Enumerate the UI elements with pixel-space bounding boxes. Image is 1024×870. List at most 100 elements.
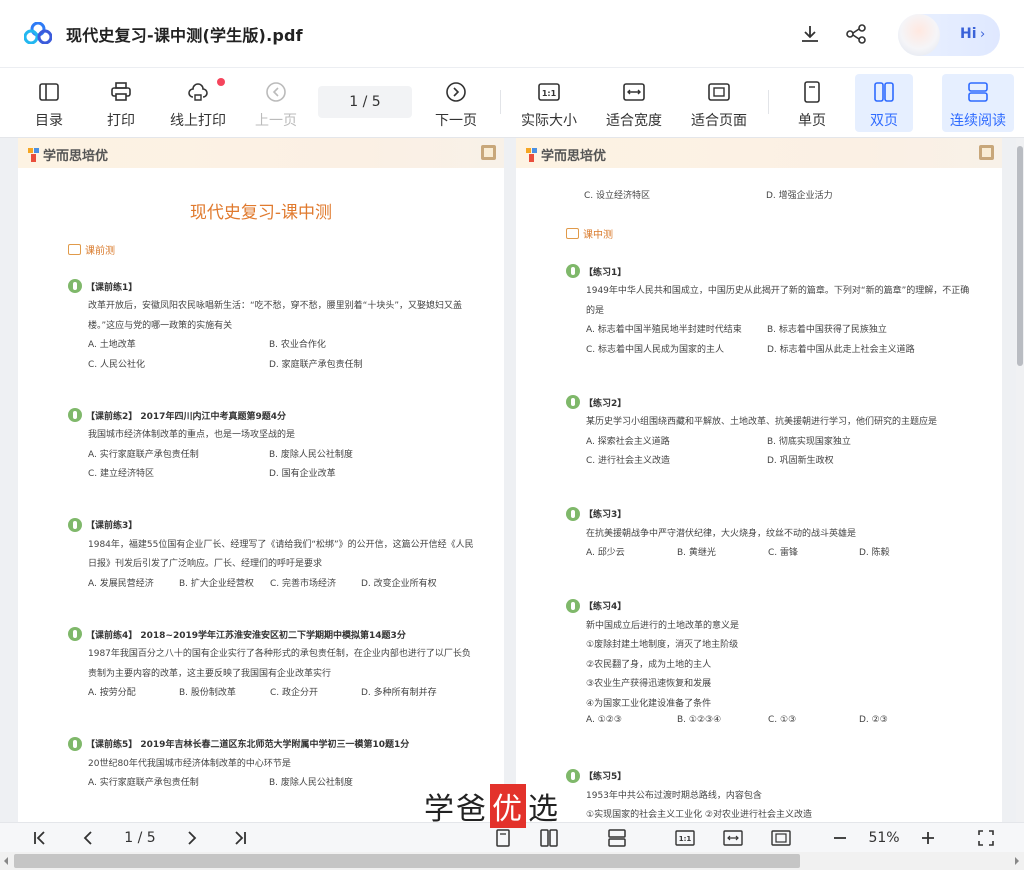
page-header: 学而思培优 (516, 138, 1002, 168)
actual-size-button[interactable]: 1:1 实际大小 (518, 74, 580, 132)
next-page-button[interactable]: 下一页 (432, 74, 480, 132)
single-page-button-bottom[interactable] (492, 828, 514, 848)
option: C. 设立经济特区 (584, 191, 651, 201)
continuous-read-button[interactable]: 连续阅读 (942, 74, 1014, 132)
question-text: 我国城市经济体制改革的重点，也是一场攻坚战的是 (88, 430, 296, 440)
question-text: 责制为主要内容的改革，这主要反映了我国国有企业改革实行 (88, 668, 332, 679)
answer-option: A. ①②③ (586, 715, 622, 725)
question-text: 某历史学习小组围绕西藏和平解放、土地改革、抗美援朝进行学习，他们研究的主题应是 (586, 417, 938, 427)
question-icon (68, 408, 82, 422)
first-page-icon (34, 831, 45, 845)
answer-option: C. 政企分开 (270, 688, 319, 698)
question-heading: 【练习5】 (566, 768, 626, 783)
question-heading: 【练习3】 (566, 506, 626, 521)
answer-option: D. ②③ (859, 715, 888, 725)
prev-page-button[interactable]: 上一页 (252, 74, 300, 132)
section-label: 课前测 (85, 246, 115, 257)
answer-option: C. 人民公社化 (88, 359, 146, 370)
horizontal-scroll-thumb[interactable] (14, 854, 800, 868)
answer-option: A. 探索社会主义道路 (586, 436, 670, 447)
section-heading: 课中测 (566, 226, 613, 241)
actual-size-icon: 1:1 (675, 830, 695, 846)
question-icon (68, 279, 82, 293)
fit-page-label: 适合页面 (691, 113, 747, 129)
download-button[interactable] (798, 22, 822, 46)
question-text: 改革开放后，安徽凤阳农民咏唱新生活：“吃不愁，穿不愁，腰里别着“十块头”，又娶媳… (88, 301, 462, 311)
answer-option: C. 建立经济特区 (88, 469, 155, 479)
zoom-out-button[interactable] (830, 828, 850, 848)
fullscreen-icon (978, 830, 994, 846)
hi-label: Hi (960, 26, 977, 42)
horizontal-scrollbar[interactable] (0, 852, 1024, 870)
print-label: 打印 (107, 113, 135, 129)
next-page-label: 下一页 (435, 113, 477, 129)
fit-page-button[interactable]: 适合页面 (688, 74, 750, 132)
question-text: ①废除封建土地制度，消灭了地主阶级 (586, 640, 739, 650)
question-heading: 【课前练1】 (68, 279, 137, 293)
question-heading: 【课前练2】 2017年四川内江中考真题第9题4分 (68, 408, 286, 422)
chevron-right-icon (188, 831, 197, 845)
answer-option: A. 实行家庭联产承包责任制 (88, 778, 199, 788)
actual-size-icon: 1:1 (538, 83, 560, 101)
fit-width-button[interactable]: 适合宽度 (604, 74, 664, 132)
share-icon (846, 24, 866, 44)
download-icon (802, 26, 818, 42)
single-page-icon (804, 81, 820, 103)
last-page-button[interactable] (230, 828, 250, 848)
zoom-in-button[interactable] (918, 828, 938, 848)
single-page-button[interactable]: 单页 (790, 74, 834, 132)
fit-width-button-bottom[interactable] (722, 828, 744, 848)
print-button[interactable]: 打印 (100, 74, 142, 132)
double-page-button-bottom[interactable] (538, 828, 560, 848)
vertical-scroll-thumb[interactable] (1017, 146, 1023, 366)
ai-assistant-button[interactable]: Hi › (898, 14, 1000, 56)
answer-option: A. 实行家庭联产承包责任制 (88, 449, 199, 460)
first-page-button[interactable] (30, 828, 50, 848)
question-icon (566, 598, 580, 613)
fullscreen-button[interactable] (975, 828, 997, 848)
watermark-text: 选 (528, 792, 560, 827)
question-icon (566, 506, 580, 521)
watermark: 学爸优选 (424, 784, 560, 828)
fit-page-button-bottom[interactable] (770, 828, 792, 848)
answer-option: A. 标志着中国半殖民地半封建时代结束 (586, 325, 742, 335)
page-number-input[interactable]: 1 / 5 (318, 86, 412, 118)
actual-size-button-bottom[interactable]: 1:1 (674, 828, 696, 848)
prev-page-label: 上一页 (255, 113, 297, 129)
document-viewer[interactable]: 学而思培优 现代史复习-课中测 课前测 【课前练1】 改革开放后，安徽凤阳农民咏唱… (0, 138, 1024, 822)
section-icon (566, 228, 579, 239)
brand-logo: 学而思培优 (28, 145, 108, 164)
zoom-level[interactable]: 51% (862, 828, 906, 848)
continuous-scroll-icon (608, 829, 626, 847)
continuous-scroll-icon (968, 82, 988, 102)
share-button[interactable] (844, 22, 868, 46)
title-bar: 现代史复习-课中测(学生版).pdf Hi › (0, 0, 1024, 68)
prev-page-button-bottom[interactable] (78, 828, 98, 848)
answer-option: C. 完善市场经济 (270, 578, 337, 589)
question-heading-text: 【课前练1】 (86, 282, 138, 293)
brand-mark-icon (526, 147, 537, 162)
answer-option: D. 标志着中国从此走上社会主义道路 (767, 344, 915, 355)
page-indicator-bottom[interactable]: 1 / 5 (108, 828, 172, 848)
double-page-button[interactable]: 双页 (855, 74, 913, 132)
single-page-label: 单页 (798, 113, 826, 129)
answer-option: D. 陈毅 (859, 548, 890, 558)
question-text: ③农业生产获得迅速恢复和发展 (586, 679, 712, 689)
scroll-left-arrow-icon[interactable] (3, 857, 9, 865)
double-page-icon (540, 829, 558, 847)
scroll-right-arrow-icon[interactable] (1014, 857, 1020, 865)
question-text: 楼。”这应与党的哪一政策的实施有关 (88, 320, 233, 331)
catalog-button[interactable]: 目录 (28, 74, 70, 132)
question-heading-text: 【课前练3】 (86, 521, 138, 531)
vertical-scrollbar[interactable] (1016, 138, 1024, 822)
answer-option: D. 家庭联产承包责任制 (269, 359, 363, 370)
question-text: 1953年中共公布过渡时期总路线，内容包含 (586, 790, 762, 801)
answer-option: D. 多种所有制并存 (361, 688, 437, 698)
document-title: 现代史复习-课中测(学生版).pdf (66, 26, 303, 45)
next-page-button-bottom[interactable] (182, 828, 202, 848)
double-page-icon (874, 82, 894, 102)
continuous-button-bottom[interactable] (606, 828, 628, 848)
question-text: 1949年中华人民共和国成立，中国历史从此揭开了新的篇章。下列对“新的篇章”的理… (586, 286, 970, 296)
section-label: 课中测 (583, 230, 613, 241)
question-heading-text: 【课前练5】 2019年吉林长春二道区东北师范大学附属中学初三一模第10题1分 (86, 740, 410, 750)
